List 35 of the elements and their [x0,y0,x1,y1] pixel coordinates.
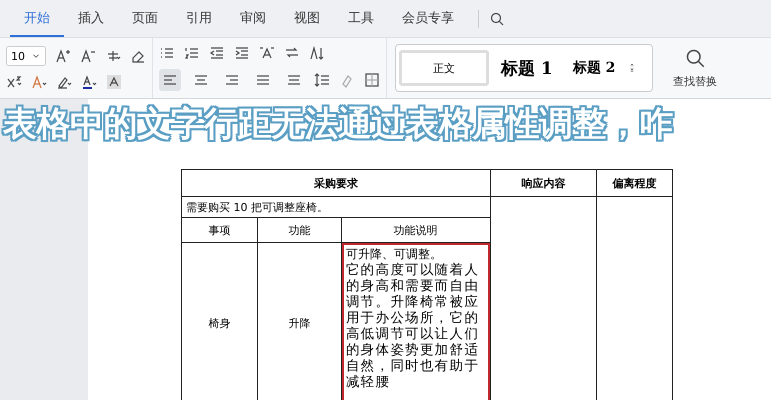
table-header-cell: 偏离程度 [596,170,672,196]
superscript-icon[interactable] [6,74,22,90]
grow-font-icon[interactable] [55,48,71,64]
search-icon[interactable] [685,48,705,68]
ribbon-tab[interactable]: 会员专享 [388,0,468,37]
headline-text: 表格中的文字行距无法通过表格属性调整，咋 [0,102,676,146]
paragraph: 可升降、可调整。 [346,246,443,262]
shrink-font-icon[interactable] [80,48,96,64]
increase-indent-icon[interactable] [234,45,250,61]
sort-icon[interactable] [309,45,325,61]
decrease-indent-icon[interactable] [209,45,225,61]
ribbon-tab[interactable]: 视图 [280,0,334,37]
character-spacing-icon[interactable] [259,45,275,61]
find-replace-button[interactable]: 查找替换 [673,74,717,88]
text-effect-icon[interactable] [31,74,47,90]
line-spacing-icon[interactable] [314,72,330,88]
table-header-cell: 采购要求 [182,170,490,196]
numbered-list-icon[interactable] [184,45,200,61]
ribbon-tab[interactable]: 页面 [118,0,172,37]
table-cell: 需要购买 10 把可调整座椅。 [182,196,490,218]
style-preset[interactable]: 正文 [399,50,489,86]
ribbon-tab[interactable]: 引用 [172,0,226,37]
ribbon-tab[interactable]: 工具 [334,0,388,37]
table-cell: 椅身 [181,242,258,400]
font-color-icon[interactable] [81,74,97,90]
font-size-field[interactable]: 10 [6,46,46,66]
table-header-cell: 事项 [181,218,258,242]
ribbon-tab[interactable]: 审阅 [226,0,280,37]
table-header-cell: 响应内容 [490,170,596,196]
character-shading-icon[interactable] [106,74,122,90]
search-icon[interactable] [489,10,505,26]
border-icon[interactable] [364,72,380,88]
paragraph: 它的高度可以随着人的身高和需要而自由调节。升降椅常被应用于办公场所，它的高低调节可以让人们的身体姿势更加舒适自然，同时也有助于减轻腰 [346,262,480,390]
ribbon-tab[interactable]: 插入 [64,0,118,37]
table-header-cell: 功能 [258,218,342,242]
